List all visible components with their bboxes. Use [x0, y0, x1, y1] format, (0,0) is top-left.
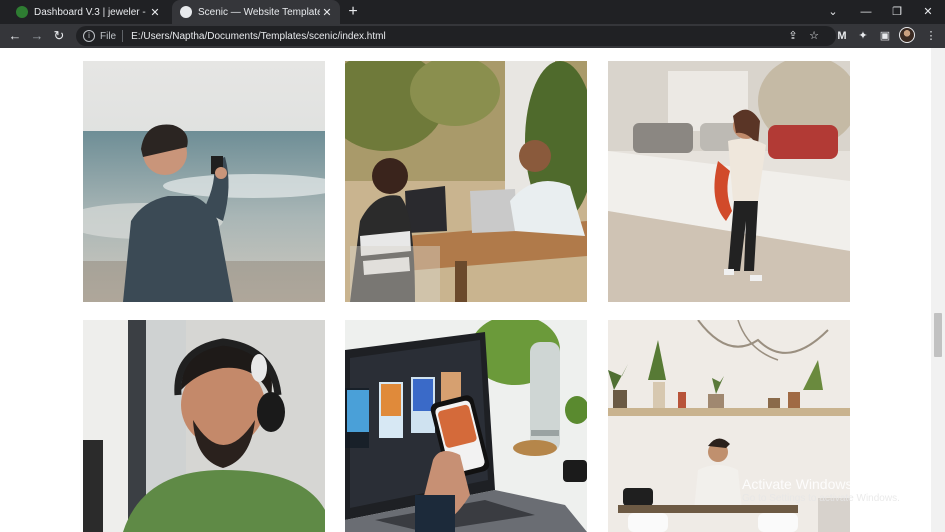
- tab-title: Dashboard V.3 | jeweler - Materi: [34, 6, 148, 18]
- photo-image: [83, 320, 325, 532]
- photo-image: [345, 61, 587, 302]
- forward-button[interactable]: →: [28, 27, 46, 45]
- photo-image: [608, 61, 850, 302]
- watermark-title: Activate Windows: [742, 476, 853, 492]
- new-tab-button[interactable]: +: [344, 3, 362, 21]
- info-icon[interactable]: i: [83, 30, 95, 42]
- close-window-button[interactable]: ✕: [913, 0, 943, 24]
- gallery-photo-people-working-at-cafe[interactable]: [345, 61, 587, 302]
- tab-dashboard[interactable]: Dashboard V.3 | jeweler - Materi ✕: [8, 0, 168, 24]
- address-bar[interactable]: i File E:/Users/Naptha/Documents/Templat…: [76, 26, 836, 46]
- profile-avatar[interactable]: [899, 27, 915, 43]
- activate-windows-watermark: Activate Windows Go to Settings to activ…: [742, 476, 900, 504]
- browser-toolbar: ← → ↻ i File E:/Users/Naptha/Documents/T…: [0, 24, 945, 48]
- side-panel-icon[interactable]: ▣: [876, 27, 894, 45]
- puzzle-icon[interactable]: ✦: [854, 27, 872, 45]
- tab-scenic[interactable]: Scenic — Website Template by C ✕: [172, 0, 340, 24]
- reload-button[interactable]: ↻: [50, 27, 68, 45]
- scrollbar-thumb[interactable]: [934, 313, 942, 357]
- restore-button[interactable]: ❐: [882, 0, 912, 24]
- gallery-photo-woman-walking-street[interactable]: [608, 61, 850, 302]
- gallery-photo-man-photographing-sea[interactable]: [83, 61, 325, 302]
- share-icon[interactable]: ⇪: [784, 27, 802, 45]
- gallery-photo-man-with-headphones[interactable]: [83, 320, 325, 532]
- watermark-subtitle: Go to Settings to activate Windows.: [742, 493, 900, 504]
- menu-icon[interactable]: ⋮: [922, 27, 940, 45]
- tab-strip: Dashboard V.3 | jeweler - Materi ✕ Sceni…: [0, 0, 945, 24]
- address-separator: [122, 30, 124, 42]
- photo-image: [83, 61, 325, 302]
- url-scheme: File: [100, 30, 117, 42]
- globe-icon: [180, 6, 192, 18]
- tab-title: Scenic — Website Template by C: [198, 6, 320, 18]
- page-scrollbar[interactable]: [931, 48, 945, 532]
- back-button[interactable]: ←: [6, 27, 24, 45]
- close-icon[interactable]: ✕: [148, 6, 162, 19]
- extension-m-icon[interactable]: M: [833, 27, 851, 45]
- url-text[interactable]: E:/Users/Naptha/Documents/Templates/scen…: [131, 31, 386, 42]
- tab-search-chevron-icon[interactable]: ⌄: [818, 0, 848, 24]
- close-icon[interactable]: ✕: [320, 6, 334, 19]
- minimize-button[interactable]: —: [851, 0, 881, 24]
- photo-image: [345, 320, 587, 532]
- bookmark-star-icon[interactable]: ☆: [805, 27, 823, 45]
- dashboard-favicon-icon: [16, 6, 28, 18]
- gallery-photo-laptop-and-phone-app[interactable]: [345, 320, 587, 532]
